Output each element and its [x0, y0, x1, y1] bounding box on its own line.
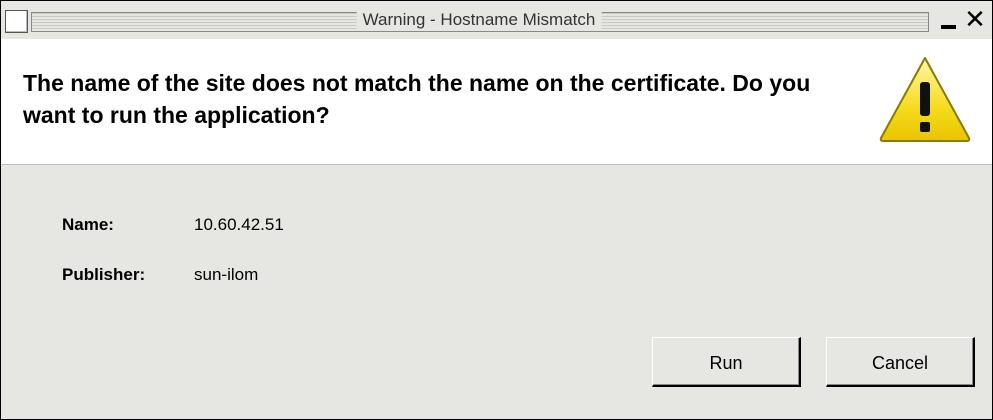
cancel-button[interactable]: Cancel	[826, 337, 975, 387]
window-menu-button[interactable]	[5, 10, 28, 33]
close-button[interactable]: ✕	[961, 5, 989, 33]
name-label: Name:	[62, 215, 114, 234]
warning-icon	[879, 57, 971, 142]
name-value: 10.60.42.51	[194, 215, 284, 234]
dialog-header: The name of the site does not match the …	[1, 39, 992, 165]
minimize-button[interactable]	[939, 9, 959, 31]
publisher-value: sun-ilom	[194, 265, 259, 284]
dialog-window: Warning - Hostname Mismatch ✕ The name o…	[0, 0, 993, 420]
window-title: Warning - Hostname Mismatch	[356, 10, 602, 30]
title-bar[interactable]: Warning - Hostname Mismatch ✕	[1, 1, 992, 39]
publisher-label: Publisher:	[62, 265, 146, 284]
header-message: The name of the site does not match the …	[23, 70, 811, 128]
run-button[interactable]: Run	[652, 337, 801, 387]
